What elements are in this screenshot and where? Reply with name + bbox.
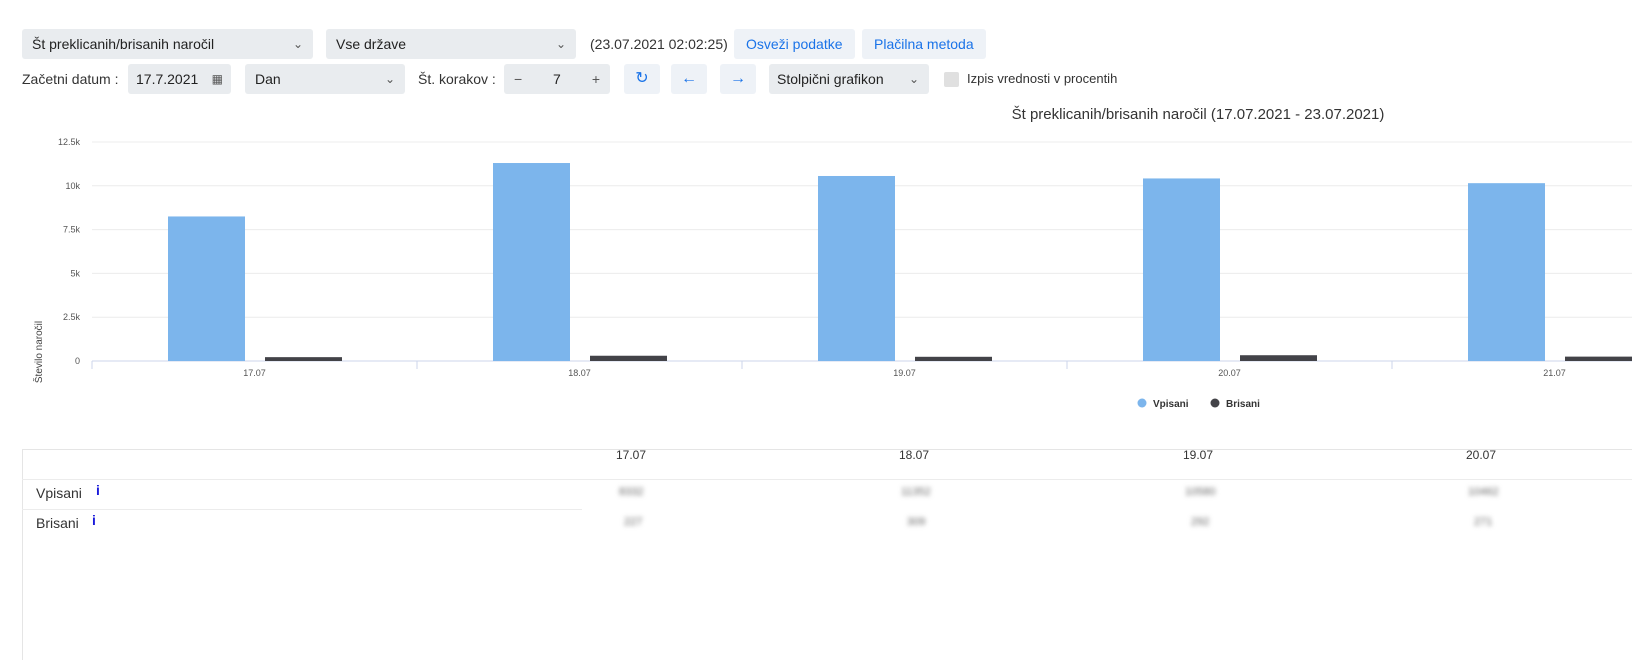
info-icon[interactable]: i <box>92 512 96 528</box>
country-select-value: Vse države <box>336 36 407 52</box>
table-cell: 8332 <box>619 486 644 498</box>
refresh-icon: ↻ <box>635 70 649 87</box>
next-button[interactable]: → <box>720 64 756 94</box>
y-axis-label: Število naročil <box>32 321 45 383</box>
row-divider <box>22 509 582 510</box>
chevron-down-icon: ⌄ <box>908 72 919 86</box>
chevron-down-icon: ⌄ <box>292 37 303 51</box>
bar-vpisani[interactable] <box>493 163 570 361</box>
chart-title: Št preklicanih/brisanih naročil (17.07.2… <box>1012 106 1385 123</box>
y-tick-label: 0 <box>75 356 80 366</box>
steps-stepper[interactable]: − 7 + <box>504 64 610 94</box>
minus-icon[interactable]: − <box>514 64 522 94</box>
header-divider <box>22 479 1632 480</box>
table-cell: 292 <box>1191 516 1210 528</box>
plus-icon[interactable]: + <box>592 64 600 94</box>
chart-type-value: Stolpični grafikon <box>777 71 884 87</box>
start-date-label: Začetni datum : <box>22 71 119 87</box>
y-tick-label: 10k <box>65 181 80 191</box>
row-label-vpisani: Vpisani <box>36 485 82 501</box>
start-date-input[interactable]: 17.7.2021 ▦ <box>128 64 231 94</box>
column-header: 18.07 <box>899 448 930 462</box>
refresh-button[interactable]: Osveži podatke <box>734 29 855 59</box>
chart-type-select[interactable]: Stolpični grafikon ⌄ <box>769 64 929 94</box>
chevron-down-icon: ⌄ <box>555 37 566 51</box>
legend-marker <box>1137 398 1147 408</box>
table-cell: 11352 <box>901 486 931 498</box>
legend-item-brisani[interactable]: Brisani <box>1210 398 1261 411</box>
start-date-value: 17.7.2021 <box>136 71 199 87</box>
x-tick-label: 21.07 <box>1543 368 1566 378</box>
percent-checkbox-label: Izpis vrednosti v procentih <box>967 71 1118 86</box>
info-icon[interactable]: i <box>96 482 100 498</box>
column-header: 17.07 <box>616 448 647 462</box>
x-tick-label: 18.07 <box>568 368 591 378</box>
bar-vpisani[interactable] <box>1143 178 1220 361</box>
country-select[interactable]: Vse države ⌄ <box>326 29 576 59</box>
table-cell: 10462 <box>1468 486 1499 498</box>
bar-brisani[interactable] <box>1565 356 1632 361</box>
payment-method-button[interactable]: Plačilna metoda <box>862 29 986 59</box>
data-timestamp: (23.07.2021 02:02:25) <box>590 36 728 52</box>
table-cell: 271 <box>1474 516 1493 528</box>
bar-vpisani[interactable] <box>1468 183 1545 361</box>
reload-button[interactable]: ↻ <box>624 64 660 94</box>
chevron-down-icon: ⌄ <box>384 72 395 86</box>
x-tick-label: 17.07 <box>243 368 266 378</box>
column-header: 19.07 <box>1183 448 1214 462</box>
period-select[interactable]: Dan ⌄ <box>245 64 405 94</box>
percent-checkbox[interactable] <box>944 72 959 87</box>
column-header: 20.07 <box>1466 448 1497 462</box>
bar-brisani[interactable] <box>590 355 667 361</box>
steps-label: Št. korakov : <box>418 71 496 87</box>
period-select-value: Dan <box>255 71 281 87</box>
legend-marker <box>1210 398 1220 408</box>
table-cell: 309 <box>907 516 926 528</box>
table-cell: 10580 <box>1185 486 1216 498</box>
arrow-left-icon: ← <box>681 70 697 87</box>
bar-brisani[interactable] <box>265 357 342 361</box>
table-cell: 227 <box>624 516 643 528</box>
legend-item-vpisani[interactable]: Vpisani <box>1137 398 1189 411</box>
bar-brisani[interactable] <box>1240 355 1317 361</box>
legend-label: Vpisani <box>1153 399 1189 410</box>
y-tick-label: 12.5k <box>58 137 81 147</box>
calendar-icon[interactable]: ▦ <box>212 64 223 94</box>
bar-chart: Št preklicanih/brisanih naročil (17.07.2… <box>32 106 1632 411</box>
bar-brisani[interactable] <box>915 356 992 361</box>
y-tick-label: 5k <box>70 268 80 278</box>
bar-vpisani[interactable] <box>168 216 245 361</box>
bar-vpisani[interactable] <box>818 175 895 361</box>
steps-value[interactable]: 7 <box>553 64 561 94</box>
data-table <box>22 449 1632 660</box>
metric-select-value: Št preklicanih/brisanih naročil <box>32 36 215 52</box>
legend-label: Brisani <box>1226 399 1260 410</box>
previous-button[interactable]: ← <box>671 64 707 94</box>
row-label-brisani: Brisani <box>36 515 79 531</box>
arrow-right-icon: → <box>730 70 746 87</box>
x-tick-label: 20.07 <box>1218 368 1241 378</box>
x-tick-label: 19.07 <box>893 368 916 378</box>
y-tick-label: 2.5k <box>63 312 81 322</box>
metric-select[interactable]: Št preklicanih/brisanih naročil ⌄ <box>22 29 313 59</box>
y-tick-label: 7.5k <box>63 225 81 235</box>
